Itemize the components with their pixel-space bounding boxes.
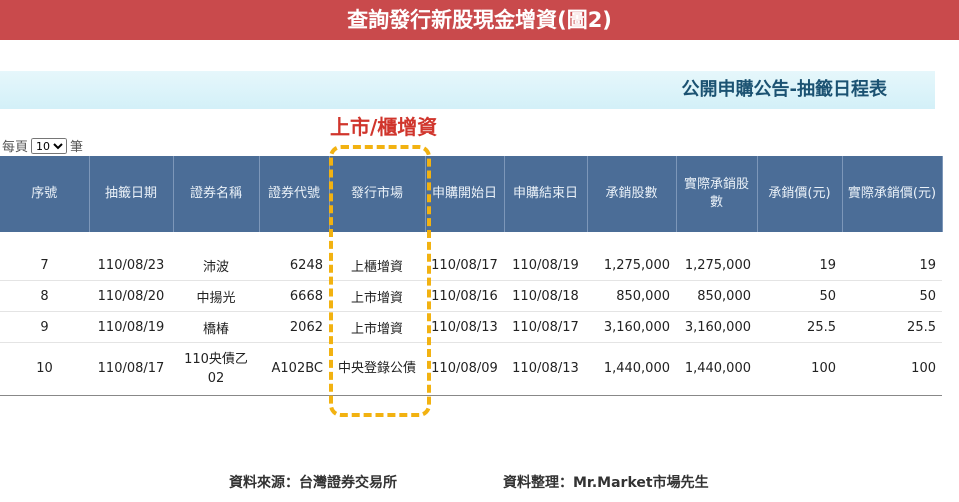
column-header[interactable]: 實際承銷股數 xyxy=(676,156,758,232)
per-page-prefix: 每頁 xyxy=(2,140,29,155)
cell-end-date: 110/08/17 xyxy=(504,311,587,343)
cell-actual-shares: 1,275,000 xyxy=(676,250,757,281)
column-header[interactable]: 證券代號 xyxy=(259,156,330,232)
cell-security-code: 2062 xyxy=(259,311,329,343)
cell-end-date: 110/08/13 xyxy=(504,342,587,396)
subheader-bar: 公開申購公告-抽籤日程表 xyxy=(0,71,935,109)
table-header-row: 序號 抽籤日期 證券名稱 證券代號 發行市場 申購開始日 申購結束日 承銷股數 … xyxy=(0,156,943,232)
footer-source: 資料來源：台灣證券交易所 xyxy=(229,475,397,491)
table-row: 8 110/08/20 中揚光 6668 上市增資 110/08/16 110/… xyxy=(0,280,942,312)
column-header[interactable]: 證券名稱 xyxy=(173,156,260,232)
column-header[interactable]: 承銷股數 xyxy=(587,156,677,232)
cell-actual-price: 50 xyxy=(842,280,942,312)
cell-shares: 1,440,000 xyxy=(587,342,676,396)
table-row: 10 110/08/17 110央債乙02 A102BC 中央登錄公債 110/… xyxy=(0,342,942,396)
cell-end-date: 110/08/18 xyxy=(504,280,587,312)
cell-actual-shares: 3,160,000 xyxy=(676,311,757,343)
per-page-suffix: 筆 xyxy=(70,140,84,155)
cell-shares: 850,000 xyxy=(587,280,676,312)
cell-price: 100 xyxy=(757,342,842,396)
cell-actual-price: 25.5 xyxy=(842,311,942,343)
cell-price: 25.5 xyxy=(757,311,842,343)
cell-security-code: 6668 xyxy=(259,280,329,312)
cell-security-name: 橋椿 xyxy=(173,311,259,343)
cell-market: 中央登錄公債 xyxy=(329,342,425,396)
footer-compiler: 資料整理：Mr.Market市場先生 xyxy=(503,475,709,491)
column-header[interactable]: 序號 xyxy=(0,156,90,232)
table-row: 9 110/08/19 橋椿 2062 上市增資 110/08/13 110/0… xyxy=(0,311,942,343)
cell-price: 19 xyxy=(757,250,842,281)
cell-actual-shares: 850,000 xyxy=(676,280,757,312)
column-header[interactable]: 承銷價(元) xyxy=(757,156,843,232)
cell-security-name: 110央債乙02 xyxy=(173,342,259,396)
per-page-select[interactable]: 10 xyxy=(31,137,68,154)
cell-market: 上市增資 xyxy=(329,311,425,343)
cell-lottery-date: 110/08/17 xyxy=(89,342,173,396)
lottery-schedule-table: 序號 抽籤日期 證券名稱 證券代號 發行市場 申購開始日 申購結束日 承銷股數 … xyxy=(0,156,943,396)
annotation-label: 上市/櫃增資 xyxy=(330,115,438,139)
subheader-title: 公開申購公告-抽籤日程表 xyxy=(681,79,887,100)
column-header[interactable]: 實際承銷價(元) xyxy=(842,156,943,232)
column-header[interactable]: 申購開始日 xyxy=(425,156,505,232)
cell-index: 7 xyxy=(0,250,89,281)
cell-start-date: 110/08/09 xyxy=(425,342,504,396)
cell-index: 10 xyxy=(0,342,89,396)
cell-lottery-date: 110/08/23 xyxy=(89,250,173,281)
cell-start-date: 110/08/13 xyxy=(425,311,504,343)
column-header[interactable]: 申購結束日 xyxy=(504,156,588,232)
cell-actual-price: 19 xyxy=(842,250,942,281)
per-page-control: 每頁 10 筆 xyxy=(2,136,83,155)
cell-lottery-date: 110/08/19 xyxy=(89,311,173,343)
cell-index: 9 xyxy=(0,311,89,343)
table-row: 7 110/08/23 沛波 6248 上櫃增資 110/08/17 110/0… xyxy=(0,250,942,281)
cell-lottery-date: 110/08/20 xyxy=(89,280,173,312)
column-header[interactable]: 抽籤日期 xyxy=(89,156,174,232)
cell-actual-shares: 1,440,000 xyxy=(676,342,757,396)
cell-index: 8 xyxy=(0,280,89,312)
cell-security-code: A102BC xyxy=(259,342,329,396)
cell-security-name: 沛波 xyxy=(173,250,259,281)
cell-market: 上市增資 xyxy=(329,280,425,312)
cell-start-date: 110/08/17 xyxy=(425,250,504,281)
column-header[interactable]: 發行市場 xyxy=(329,156,426,232)
cell-price: 50 xyxy=(757,280,842,312)
page-banner: 查詢發行新股現金增資(圖2) xyxy=(0,0,959,40)
cell-end-date: 110/08/19 xyxy=(504,250,587,281)
cell-market: 上櫃增資 xyxy=(329,250,425,281)
cell-actual-price: 100 xyxy=(842,342,942,396)
cell-security-name: 中揚光 xyxy=(173,280,259,312)
cell-security-code: 6248 xyxy=(259,250,329,281)
cell-shares: 3,160,000 xyxy=(587,311,676,343)
cell-start-date: 110/08/16 xyxy=(425,280,504,312)
cell-shares: 1,275,000 xyxy=(587,250,676,281)
